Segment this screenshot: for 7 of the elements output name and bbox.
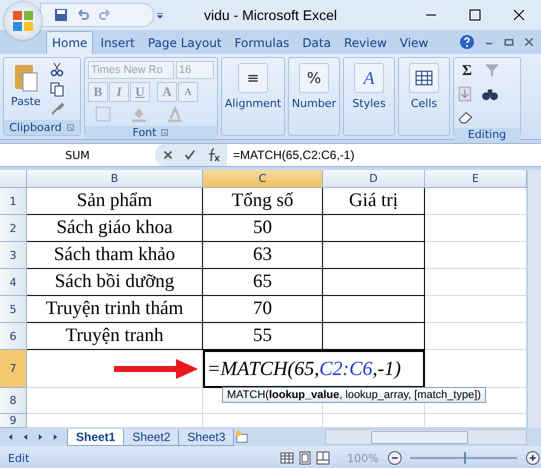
group-label: Font xyxy=(132,126,156,139)
window-title: vidu - Microsoft Excel xyxy=(204,7,338,23)
status-mode: Edit xyxy=(8,452,30,464)
group-label: Clipboard xyxy=(9,121,62,134)
function-tooltip: MATCH(lookup_value, lookup_array, [match_type]) xyxy=(222,387,486,403)
group-label: Editing xyxy=(468,128,506,141)
zoom-level: 100% xyxy=(347,452,379,464)
